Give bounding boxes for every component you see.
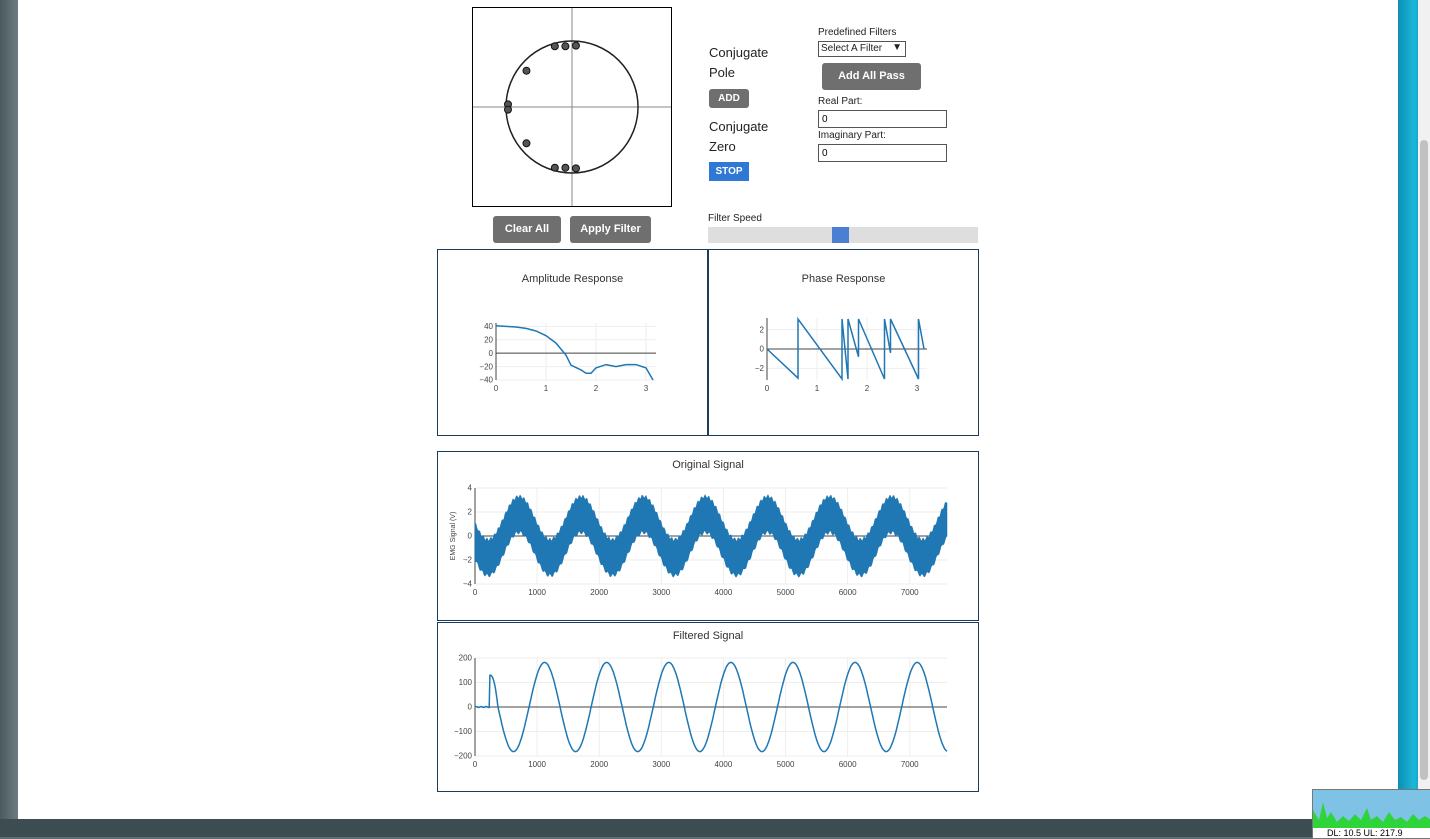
x-tick-label: 0 [494,384,499,393]
filter-speed-label: Filter Speed [708,213,762,224]
amplitude-response-panel: Amplitude Response 0 1 2 3 40 20 0 −20 −40 [437,249,708,436]
y-tick-label: −2 [755,364,765,373]
y-tick-label: 100 [459,678,473,687]
y-tick-label: 20 [484,335,493,344]
chevron-down-icon: ▼ [892,42,902,53]
filtered-signal-chart[interactable]: 0 1000 2000 3000 4000 5000 6000 70002001000−100… [438,623,978,791]
x-tick-label: 4000 [715,760,733,769]
original-signal-line [474,494,948,578]
x-tick-label: 4000 [715,588,733,597]
y-tick-label: −4 [463,580,473,589]
conjugate-pole-label: Conjugate Pole [709,45,769,80]
z-plane-point[interactable] [550,42,559,51]
stop-button[interactable]: STOP [709,162,749,181]
original-signal-chart[interactable]: 0 1000 2000 3000 4000 5000 6000 7000 4 2 0 −2 −4 EMG … [438,452,978,620]
z-plane-point[interactable] [522,66,531,75]
x-tick-label: 2 [594,384,599,393]
add-all-pass-button[interactable]: Add All Pass [822,63,921,90]
phase-response-panel: Phase Response 0 1 2 3 2 0 −2 [708,249,979,436]
z-plane-point[interactable] [571,41,580,50]
z-plane-svg[interactable] [473,8,671,206]
y-tick-label: −2 [463,556,473,565]
y-axis-label: EMG Signal (V) [450,512,457,561]
conjugate-zero-label: Conjugate Zero [709,119,769,154]
scrollbar-thumb[interactable] [1420,140,1428,780]
x-tick-label: 5000 [777,760,795,769]
x-tick-label: 3 [915,384,920,393]
imaginary-part-input[interactable] [818,144,947,162]
filter-select-value: Select A Filter [821,43,883,54]
desktop-background-left [0,0,18,837]
y-tick-label: 0 [468,703,473,712]
x-tick-label: 6000 [839,588,857,597]
clear-all-button[interactable]: Clear All [493,216,561,243]
desktop-background-bottom [0,819,1430,837]
x-tick-label: 1 [544,384,549,393]
x-tick-label: 7000 [901,760,919,769]
y-tick-label: 200 [459,654,473,663]
original-signal-panel: Original Signal 0 1000 2000 3000 4000 5000 600… [437,451,979,621]
x-tick-label: 0 [765,384,770,393]
y-tick-label: −40 [479,376,493,385]
x-tick-label: 0 [473,588,478,597]
x-tick-label: 3000 [652,760,670,769]
phase-response-chart[interactable]: 0 1 2 3 2 0 −2 [709,250,978,435]
z-plane-point[interactable] [561,163,570,172]
y-tick-label: −20 [479,362,493,371]
y-tick-label: 0 [760,345,765,354]
x-tick-label: 2000 [590,760,608,769]
x-tick-label: 2000 [590,588,608,597]
x-tick-label: 1000 [528,760,546,769]
predefined-filters-label: Predefined Filters [818,27,897,38]
y-tick-label: 2 [468,508,473,517]
z-plane-point[interactable] [503,105,512,114]
network-graph-icon [1313,790,1430,828]
y-tick-label: 0 [489,349,494,358]
network-monitor-widget: DL: 10.5 UL: 217.9 [1312,789,1430,839]
real-part-label: Real Part: [818,96,863,107]
imaginary-part-label: Imaginary Part: [818,130,886,141]
filtered-signal-panel: Filtered Signal 0 1000 2000 3000 4000 5000 600… [437,622,979,792]
x-tick-label: 7000 [901,588,919,597]
z-plane-point[interactable] [561,42,570,51]
y-tick-label: −100 [454,727,473,736]
x-tick-label: 6000 [839,760,857,769]
x-tick-label: 1 [815,384,820,393]
y-tick-label: 2 [760,325,765,334]
z-plane-canvas[interactable] [472,7,672,207]
x-tick-label: 3000 [652,588,670,597]
x-tick-label: 3 [644,384,649,393]
add-button[interactable]: ADD [709,89,749,108]
y-tick-label: −200 [454,752,473,761]
amplitude-response-chart[interactable]: 0 1 2 3 40 20 0 −20 −40 [438,250,707,435]
z-plane-point[interactable] [571,164,580,173]
z-plane-point[interactable] [550,163,559,172]
x-tick-label: 5000 [777,588,795,597]
real-part-input[interactable] [818,110,947,128]
filter-speed-slider-thumb[interactable] [831,227,849,243]
apply-filter-button[interactable]: Apply Filter [570,216,651,243]
y-tick-label: 0 [468,532,473,541]
x-tick-label: 1000 [528,588,546,597]
z-plane-point[interactable] [522,139,531,148]
x-tick-label: 2 [865,384,870,393]
y-tick-label: 40 [484,322,493,331]
filter-select[interactable]: Select A Filter ▼ [818,41,906,57]
y-tick-label: 4 [468,484,473,493]
x-tick-label: 0 [473,760,478,769]
